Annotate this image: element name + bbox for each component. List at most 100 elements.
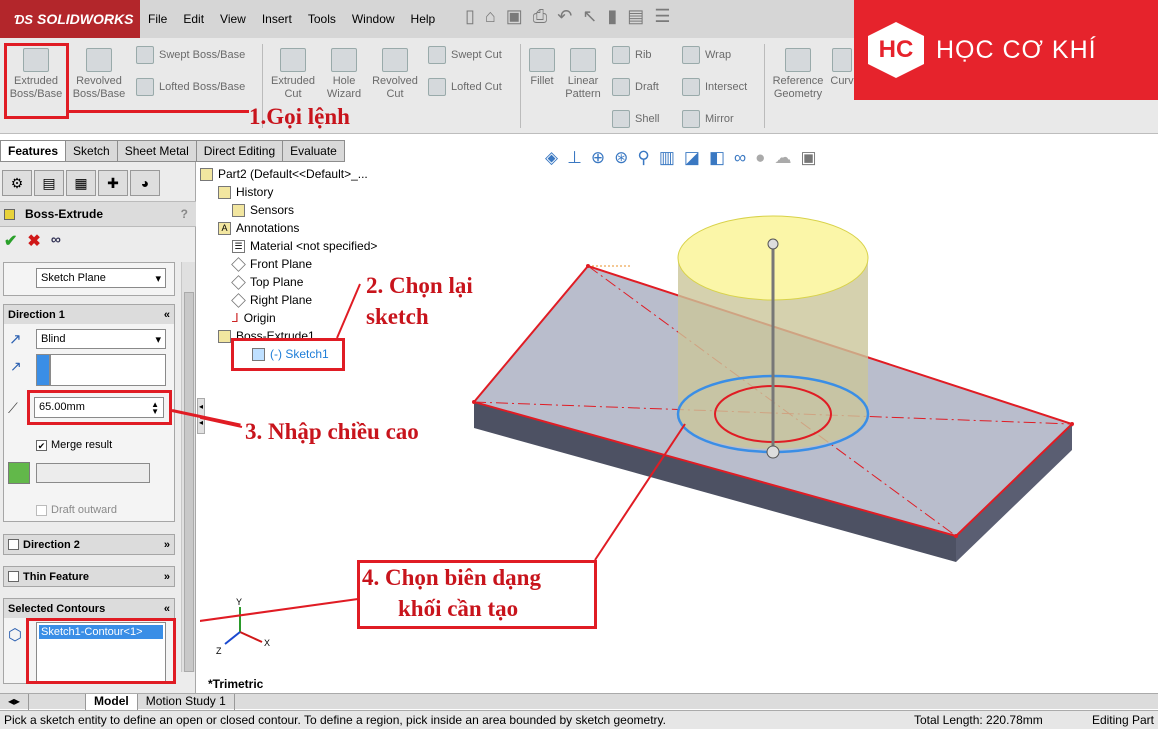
callout-line-step4a [200, 598, 359, 622]
undo-icon[interactable]: ↶ [557, 6, 572, 27]
save-icon[interactable]: ▣ [506, 6, 523, 27]
rebuild-icon[interactable]: ▮ [607, 6, 617, 27]
shell-button[interactable]: Shell [612, 110, 659, 128]
wrap-button[interactable]: Wrap [682, 46, 731, 64]
drag-handle-bottom[interactable] [766, 445, 780, 459]
reverse-direction-icon[interactable]: ↗ [9, 330, 22, 348]
solidworks-logo[interactable]: ƊS SOLIDWORKS [0, 0, 140, 38]
menu-file[interactable]: File [140, 12, 175, 26]
menu-tools[interactable]: Tools [300, 12, 344, 26]
tab-motion-study-1[interactable]: Motion Study 1 [138, 693, 235, 710]
from-select[interactable]: Sketch Plane ▾ [36, 268, 166, 288]
mirror-button[interactable]: Mirror [682, 110, 734, 128]
property-manager-tab-icon[interactable]: ▤ [34, 170, 64, 196]
draft-angle-input[interactable] [36, 463, 150, 483]
reference-geometry-button[interactable]: Reference Geometry [768, 48, 828, 101]
step3-note: 3. Nhập chiều cao [245, 419, 419, 444]
draft-toggle-icon[interactable] [8, 462, 30, 484]
revolved-cut-button[interactable]: Revolved Cut [368, 48, 422, 101]
pm-actions: ✔ ✖ ∞ [4, 231, 61, 251]
swept-cut-button[interactable]: Swept Cut [428, 46, 502, 64]
checkbox-icon[interactable] [8, 571, 19, 583]
select-icon[interactable]: ↖ [582, 6, 597, 27]
sketch-point [954, 534, 958, 538]
intersect-button[interactable]: Intersect [682, 78, 747, 96]
tab-sketch[interactable]: Sketch [65, 140, 118, 162]
scrollbar-thumb[interactable] [184, 292, 194, 672]
menu-help[interactable]: Help [403, 12, 444, 26]
rib-button[interactable]: Rib [612, 46, 652, 64]
extruded-cut-button[interactable]: Extruded Cut [266, 48, 320, 101]
checkbox-icon[interactable] [8, 539, 19, 551]
step2-note-line2: sketch [366, 304, 429, 329]
print-icon[interactable]: ⎙ [533, 6, 547, 27]
wrap-icon [682, 46, 700, 64]
bottom-tab-bar: ◂▸ Model Motion Study 1 [0, 693, 1158, 710]
file-properties-icon[interactable]: ▤ [627, 6, 644, 27]
menu-view[interactable]: View [212, 12, 254, 26]
draft-button[interactable]: Draft [612, 78, 659, 96]
cancel-x-icon[interactable]: ✖ [27, 231, 40, 251]
lofted-boss-button[interactable]: Lofted Boss/Base [136, 78, 245, 96]
end-condition-select[interactable]: Blind ▾ [36, 329, 166, 349]
ok-check-icon[interactable]: ✔ [4, 231, 17, 251]
draft-outward-checkbox[interactable]: Draft outward [36, 504, 117, 516]
thin-feature-group[interactable]: Thin Feature» [3, 566, 175, 587]
tab-sheet-metal[interactable]: Sheet Metal [116, 140, 197, 162]
collapse-icon[interactable]: « [164, 603, 170, 615]
menu-window[interactable]: Window [344, 12, 403, 26]
tab-model-spacer [69, 693, 87, 710]
new-document-icon[interactable]: ▯ [465, 6, 475, 27]
direction2-group[interactable]: Direction 2» [3, 534, 175, 555]
menu-insert[interactable]: Insert [254, 12, 300, 26]
tab-evaluate[interactable]: Evaluate [282, 140, 345, 162]
expand-icon[interactable]: » [164, 539, 170, 551]
display-manager-tab-icon[interactable]: ◕ [130, 170, 160, 196]
sketch-point [586, 264, 590, 268]
tab-model[interactable]: Model [86, 693, 138, 710]
triad-z-axis [224, 631, 241, 645]
tab-scroll-arrows[interactable]: ◂▸ [0, 693, 30, 710]
collapse-icon[interactable]: « [164, 309, 170, 321]
open-icon[interactable]: ⌂ [485, 6, 496, 27]
drag-handle-top[interactable] [767, 238, 779, 250]
help-icon[interactable]: ? [181, 207, 188, 221]
triad-x-label: X [264, 638, 270, 648]
sketch-point [472, 400, 476, 404]
swept-boss-button[interactable]: Swept Boss/Base [136, 46, 245, 64]
lofted-cut-icon [428, 78, 446, 96]
lofted-cut-button[interactable]: Lofted Cut [428, 78, 502, 96]
tab-direct-editing[interactable]: Direct Editing [195, 140, 284, 162]
preview-glasses-icon[interactable]: ∞ [51, 231, 61, 251]
panel-tab-icons: ⚙ ▤ ▦ ✚ ◕ [0, 170, 160, 196]
menu-edit[interactable]: Edit [175, 12, 212, 26]
configuration-manager-tab-icon[interactable]: ▦ [66, 170, 96, 196]
highlight-sketch1 [231, 338, 345, 371]
linear-pattern-button[interactable]: Linear Pattern [562, 48, 604, 101]
panel-scrollbar[interactable] [181, 262, 195, 672]
lofted-boss-icon [136, 78, 154, 96]
hole-wizard-button[interactable]: Hole Wizard [322, 48, 366, 101]
expand-icon[interactable]: » [164, 571, 170, 583]
step1-note: 1.Gọi lệnh [249, 104, 350, 129]
fillet-button[interactable]: Fillet [524, 48, 560, 88]
direction-selection-color [36, 354, 50, 386]
curves-button[interactable]: Curv [830, 48, 854, 88]
selected-contours-header[interactable]: Selected Contours « [4, 599, 174, 618]
feature-manager-tab-icon[interactable]: ⚙ [2, 170, 32, 196]
options-icon[interactable]: ☰ [654, 6, 670, 27]
ribbon-divider [520, 44, 521, 128]
hoc-co-khi-watermark: HC HỌC CƠ KHÍ [854, 0, 1158, 100]
merge-result-checkbox[interactable]: ✔ Merge result [36, 439, 112, 451]
revolved-boss-button[interactable]: Revolved Boss/Base [70, 48, 128, 101]
hoc-co-khi-logo-icon: HC [868, 22, 924, 78]
swept-boss-icon [136, 46, 154, 64]
view-orientation-label: *Trimetric [208, 677, 264, 691]
direction-selection-box[interactable] [50, 354, 166, 386]
extruded-cut-icon [280, 48, 306, 72]
direction1-header[interactable]: Direction 1 « [4, 305, 174, 324]
status-bar: Pick a sketch entity to define an open o… [0, 710, 1158, 729]
rib-icon [612, 46, 630, 64]
dimxpert-tab-icon[interactable]: ✚ [98, 170, 128, 196]
tab-features[interactable]: Features [0, 140, 67, 162]
